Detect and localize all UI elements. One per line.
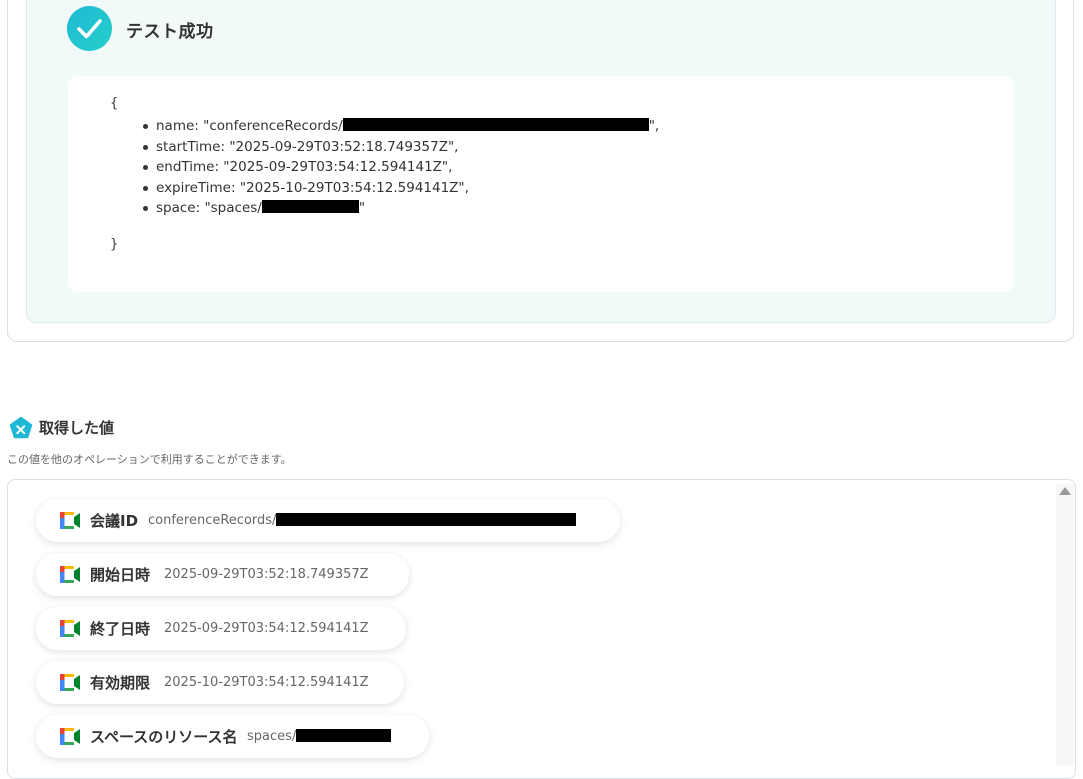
google-meet-icon [60,566,80,583]
values-section-description: この値を他のオペレーションで利用することができます。 [7,453,292,466]
json-field-space: space: "spaces/" [138,198,659,219]
check-circle-icon [67,6,112,51]
value-chip-value: conferenceRecords/ [148,513,577,528]
value-chip-label: 有効期限 [90,674,151,692]
value-chip-value: spaces/ [247,729,392,744]
redacted-block [276,513,577,526]
value-chip-value: 2025-10-29T03:54:12.594141Z [164,675,369,690]
google-meet-icon [60,674,80,691]
value-chip-value: 2025-09-29T03:54:12.594141Z [164,621,369,636]
scrollbar[interactable] [1056,484,1074,766]
google-meet-icon [60,620,80,637]
redacted-block [296,729,392,742]
values-section-title: 取得した値 [39,419,115,437]
json-field-endtime: endTime: "2025-09-29T03:54:12.594141Z", [138,157,659,178]
value-chip-value: 2025-09-29T03:52:18.749357Z [164,567,369,582]
test-success-title: テスト成功 [126,22,214,42]
google-meet-icon [60,728,80,745]
value-chip-start-time[interactable]: 開始日時 2025-09-29T03:52:18.749357Z [36,553,409,596]
value-chip-expire-time[interactable]: 有効期限 2025-10-29T03:54:12.594141Z [36,661,404,704]
value-chip-meeting-id[interactable]: 会議ID conferenceRecords/ [36,499,620,542]
json-field-list: name: "conferenceRecords/", startTime: "… [138,116,659,219]
value-chip-label: 開始日時 [90,566,151,584]
google-meet-icon [60,512,80,529]
value-chip-label: 会議ID [90,512,139,530]
value-chip-label: 終了日時 [90,620,151,638]
redacted-block [261,200,359,213]
scroll-up-arrow-icon[interactable] [1059,487,1071,495]
value-chip-label: スペースのリソース名 [90,728,238,746]
redacted-block [342,118,649,131]
json-field-expiretime: expireTime: "2025-10-29T03:54:12.594141Z… [138,178,659,199]
json-field-name: name: "conferenceRecords/", [138,116,659,137]
variable-pentagon-icon [9,416,33,440]
value-chip-space-resource-name[interactable]: スペースのリソース名 spaces/ [36,715,429,758]
value-chip-end-time[interactable]: 終了日時 2025-09-29T03:54:12.594141Z [36,607,406,650]
json-close-brace: } [110,237,119,252]
json-field-starttime: startTime: "2025-09-29T03:52:18.749357Z"… [138,137,659,158]
json-open-brace: { [110,96,119,111]
